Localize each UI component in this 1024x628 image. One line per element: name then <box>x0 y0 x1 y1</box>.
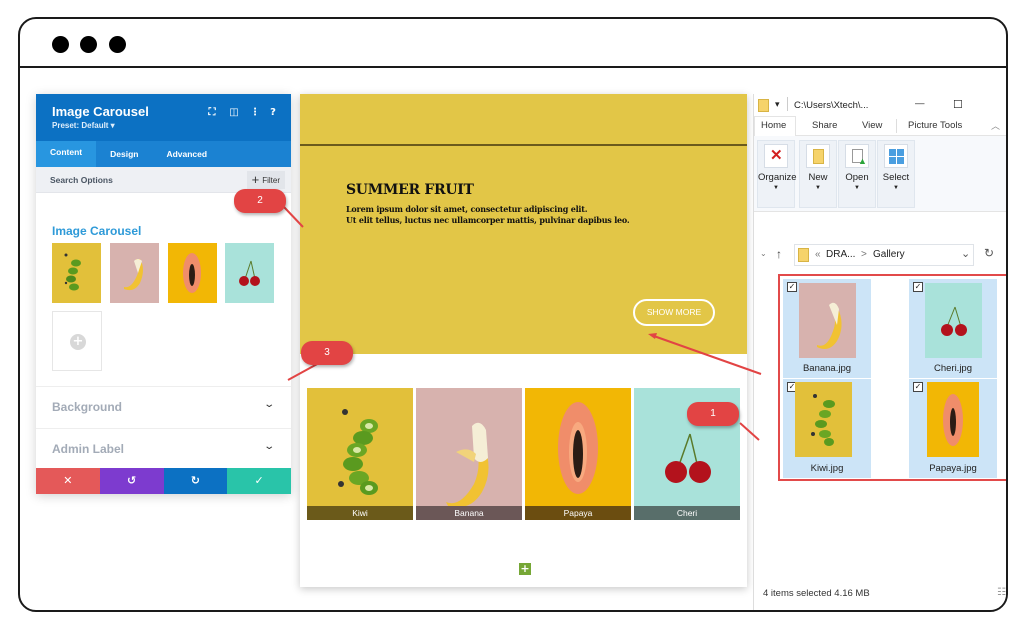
app-frame: Image Carousel Preset: Default ▾ ⛶ ◫ ⋮ ?… <box>18 17 1008 612</box>
arrowhead <box>648 333 657 339</box>
annotation-arrows <box>283 206 762 441</box>
arrow-grid-to-button <box>650 334 762 375</box>
arrow-2 <box>283 206 304 228</box>
callout-1: 1 <box>687 402 739 426</box>
arrow-1 <box>739 422 760 441</box>
callout-3: 3 <box>301 341 353 365</box>
callout-2: 2 <box>234 189 286 213</box>
